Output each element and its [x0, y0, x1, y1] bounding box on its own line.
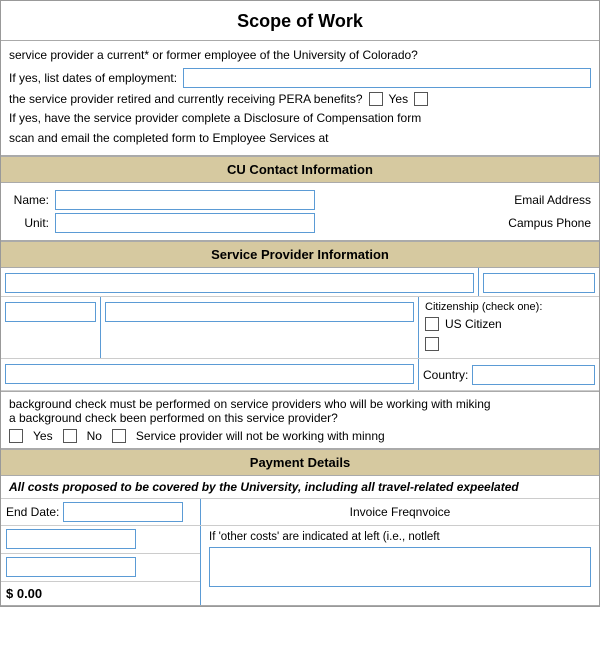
other-costs-label: If 'other costs' are indicated at left (… [209, 531, 591, 543]
bg-options: Yes No Service provider will not be work… [9, 429, 591, 443]
bg-no-label: No [87, 429, 102, 443]
bg-line2: a background check been performed on thi… [9, 411, 591, 425]
end-date-label: End Date: [6, 505, 59, 519]
payment-header: Payment Details [1, 449, 599, 476]
name-input[interactable] [55, 190, 315, 210]
page-title: Scope of Work [1, 1, 599, 41]
pera-yes-label: Yes [389, 92, 409, 106]
employment-input[interactable] [183, 68, 591, 88]
payment-italic: All costs proposed to be covered by the … [1, 476, 599, 499]
citizenship-cell: Citizenship (check one): US Citizen [419, 297, 599, 358]
bg-not-working-label: Service provider will not be working wit… [136, 429, 385, 443]
bg-section: background check must be performed on se… [1, 392, 599, 449]
bottom-left: $ 0.00 [1, 526, 201, 605]
sp-section: Citizenship (check one): US Citizen Coun… [1, 268, 599, 392]
pera-checkbox[interactable] [369, 92, 383, 106]
sp-input1[interactable] [5, 273, 474, 293]
bg-yes-label: Yes [33, 429, 53, 443]
pera-text: the service provider retired and current… [9, 92, 363, 106]
cu-contact-section: Name: Email Address Unit: Campus Phone [1, 183, 599, 241]
pera-row: the service provider retired and current… [9, 92, 591, 106]
invoice-label: Invoice Freqnvoice [350, 505, 451, 519]
unit-row: Unit: Campus Phone [9, 213, 591, 233]
employment-row: If yes, list dates of employment: [9, 68, 591, 88]
us-citizen-label: US Citizen [445, 317, 502, 331]
sp-cell4 [101, 297, 419, 358]
preamble-section: service provider a current* or former em… [1, 41, 599, 156]
unit-input[interactable] [55, 213, 315, 233]
bottom-right: If 'other costs' are indicated at left (… [201, 526, 599, 605]
sp-cell1 [1, 268, 479, 296]
country-label: Country: [423, 368, 468, 382]
end-date-input[interactable] [63, 502, 183, 522]
sp-row2: Citizenship (check one): US Citizen [1, 297, 599, 359]
sp-input2[interactable] [483, 273, 595, 293]
disclosure-line1: If yes, have the service provider comple… [9, 110, 591, 127]
disclosure-line2: scan and email the completed form to Emp… [9, 130, 591, 147]
country-cell: Country: [419, 359, 599, 390]
sp-input4[interactable] [105, 302, 414, 322]
sp-cell5 [1, 359, 419, 390]
cu-contact-header: CU Contact Information [1, 156, 599, 183]
country-input[interactable] [472, 365, 595, 385]
payment-section: Payment Details All costs proposed to be… [1, 449, 599, 606]
citizenship-label: Citizenship (check one): [425, 301, 593, 313]
invoice-cell: Invoice Freqnvoice [201, 502, 599, 522]
email-label: Email Address [514, 193, 591, 207]
payment-all-bold: All [9, 480, 24, 494]
sp-cell3 [1, 297, 101, 358]
bottom-left-cell2 [1, 554, 200, 582]
bottom-rows: $ 0.00 If 'other costs' are indicated at… [1, 526, 599, 605]
cost-input2[interactable] [6, 557, 136, 577]
total-row: $ 0.00 [1, 582, 200, 605]
preamble-line1: service provider a current* or former em… [9, 47, 591, 64]
us-citizen-checkbox[interactable] [425, 317, 439, 331]
bg-not-working-checkbox[interactable] [112, 429, 126, 443]
name-label: Name: [9, 193, 49, 207]
other-costs-input[interactable] [209, 547, 591, 587]
sp-cell2 [479, 268, 599, 296]
page-container: Scope of Work service provider a current… [0, 0, 600, 607]
sp-input5[interactable] [5, 364, 414, 384]
payment-italic-text: costs proposed to be covered by the Univ… [28, 480, 519, 494]
bg-line1: background check must be performed on se… [9, 397, 591, 411]
end-date-row: End Date: Invoice Freqnvoice [1, 499, 599, 526]
end-date-cell: End Date: [1, 499, 201, 525]
sp-header: Service Provider Information [1, 241, 599, 268]
sp-row1 [1, 268, 599, 297]
us-citizen-row: US Citizen [425, 317, 593, 331]
non-us-checkbox[interactable] [425, 337, 439, 351]
employment-label: If yes, list dates of employment: [9, 71, 177, 85]
phone-label: Campus Phone [508, 216, 591, 230]
bottom-left-cell1 [1, 526, 200, 554]
name-row: Name: Email Address [9, 190, 591, 210]
bg-no-checkbox[interactable] [63, 429, 77, 443]
sp-input3[interactable] [5, 302, 96, 322]
total-label: $ 0.00 [6, 586, 42, 601]
sp-row3: Country: [1, 359, 599, 391]
unit-label: Unit: [9, 216, 49, 230]
bg-yes-checkbox[interactable] [9, 429, 23, 443]
pera-checkbox2[interactable] [414, 92, 428, 106]
cost-input1[interactable] [6, 529, 136, 549]
